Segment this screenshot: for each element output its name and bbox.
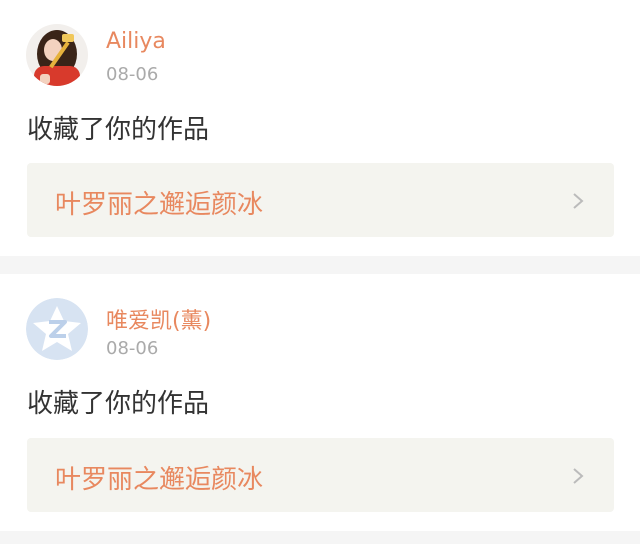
chevron-right-icon: [573, 193, 584, 209]
divider: [0, 531, 640, 544]
timestamp: 08-06: [106, 338, 159, 359]
work-title: 叶罗丽之邂逅颜冰: [55, 190, 264, 220]
avatar[interactable]: [26, 24, 88, 86]
username[interactable]: Ailiya: [106, 29, 166, 54]
work-link[interactable]: 叶罗丽之邂逅颜冰: [27, 163, 614, 237]
notification-card: 唯爱凯(薰) 08-06 收藏了你的作品 叶罗丽之邂逅颜冰: [0, 274, 640, 531]
default-avatar-icon: [26, 298, 88, 360]
notification-card: Ailiya 08-06 收藏了你的作品 叶罗丽之邂逅颜冰: [0, 0, 640, 256]
chevron-right-icon: [573, 468, 584, 484]
work-title: 叶罗丽之邂逅颜冰: [55, 465, 264, 495]
action-text: 收藏了你的作品: [27, 389, 210, 419]
user-photo-icon: [26, 24, 88, 86]
work-link[interactable]: 叶罗丽之邂逅颜冰: [27, 438, 614, 512]
notification-feed: Ailiya 08-06 收藏了你的作品 叶罗丽之邂逅颜冰 唯爱凯(薰) 08-…: [0, 0, 640, 544]
avatar[interactable]: [26, 298, 88, 360]
action-text: 收藏了你的作品: [27, 115, 210, 145]
username[interactable]: 唯爱凯(薰): [106, 303, 211, 335]
timestamp: 08-06: [106, 64, 159, 85]
